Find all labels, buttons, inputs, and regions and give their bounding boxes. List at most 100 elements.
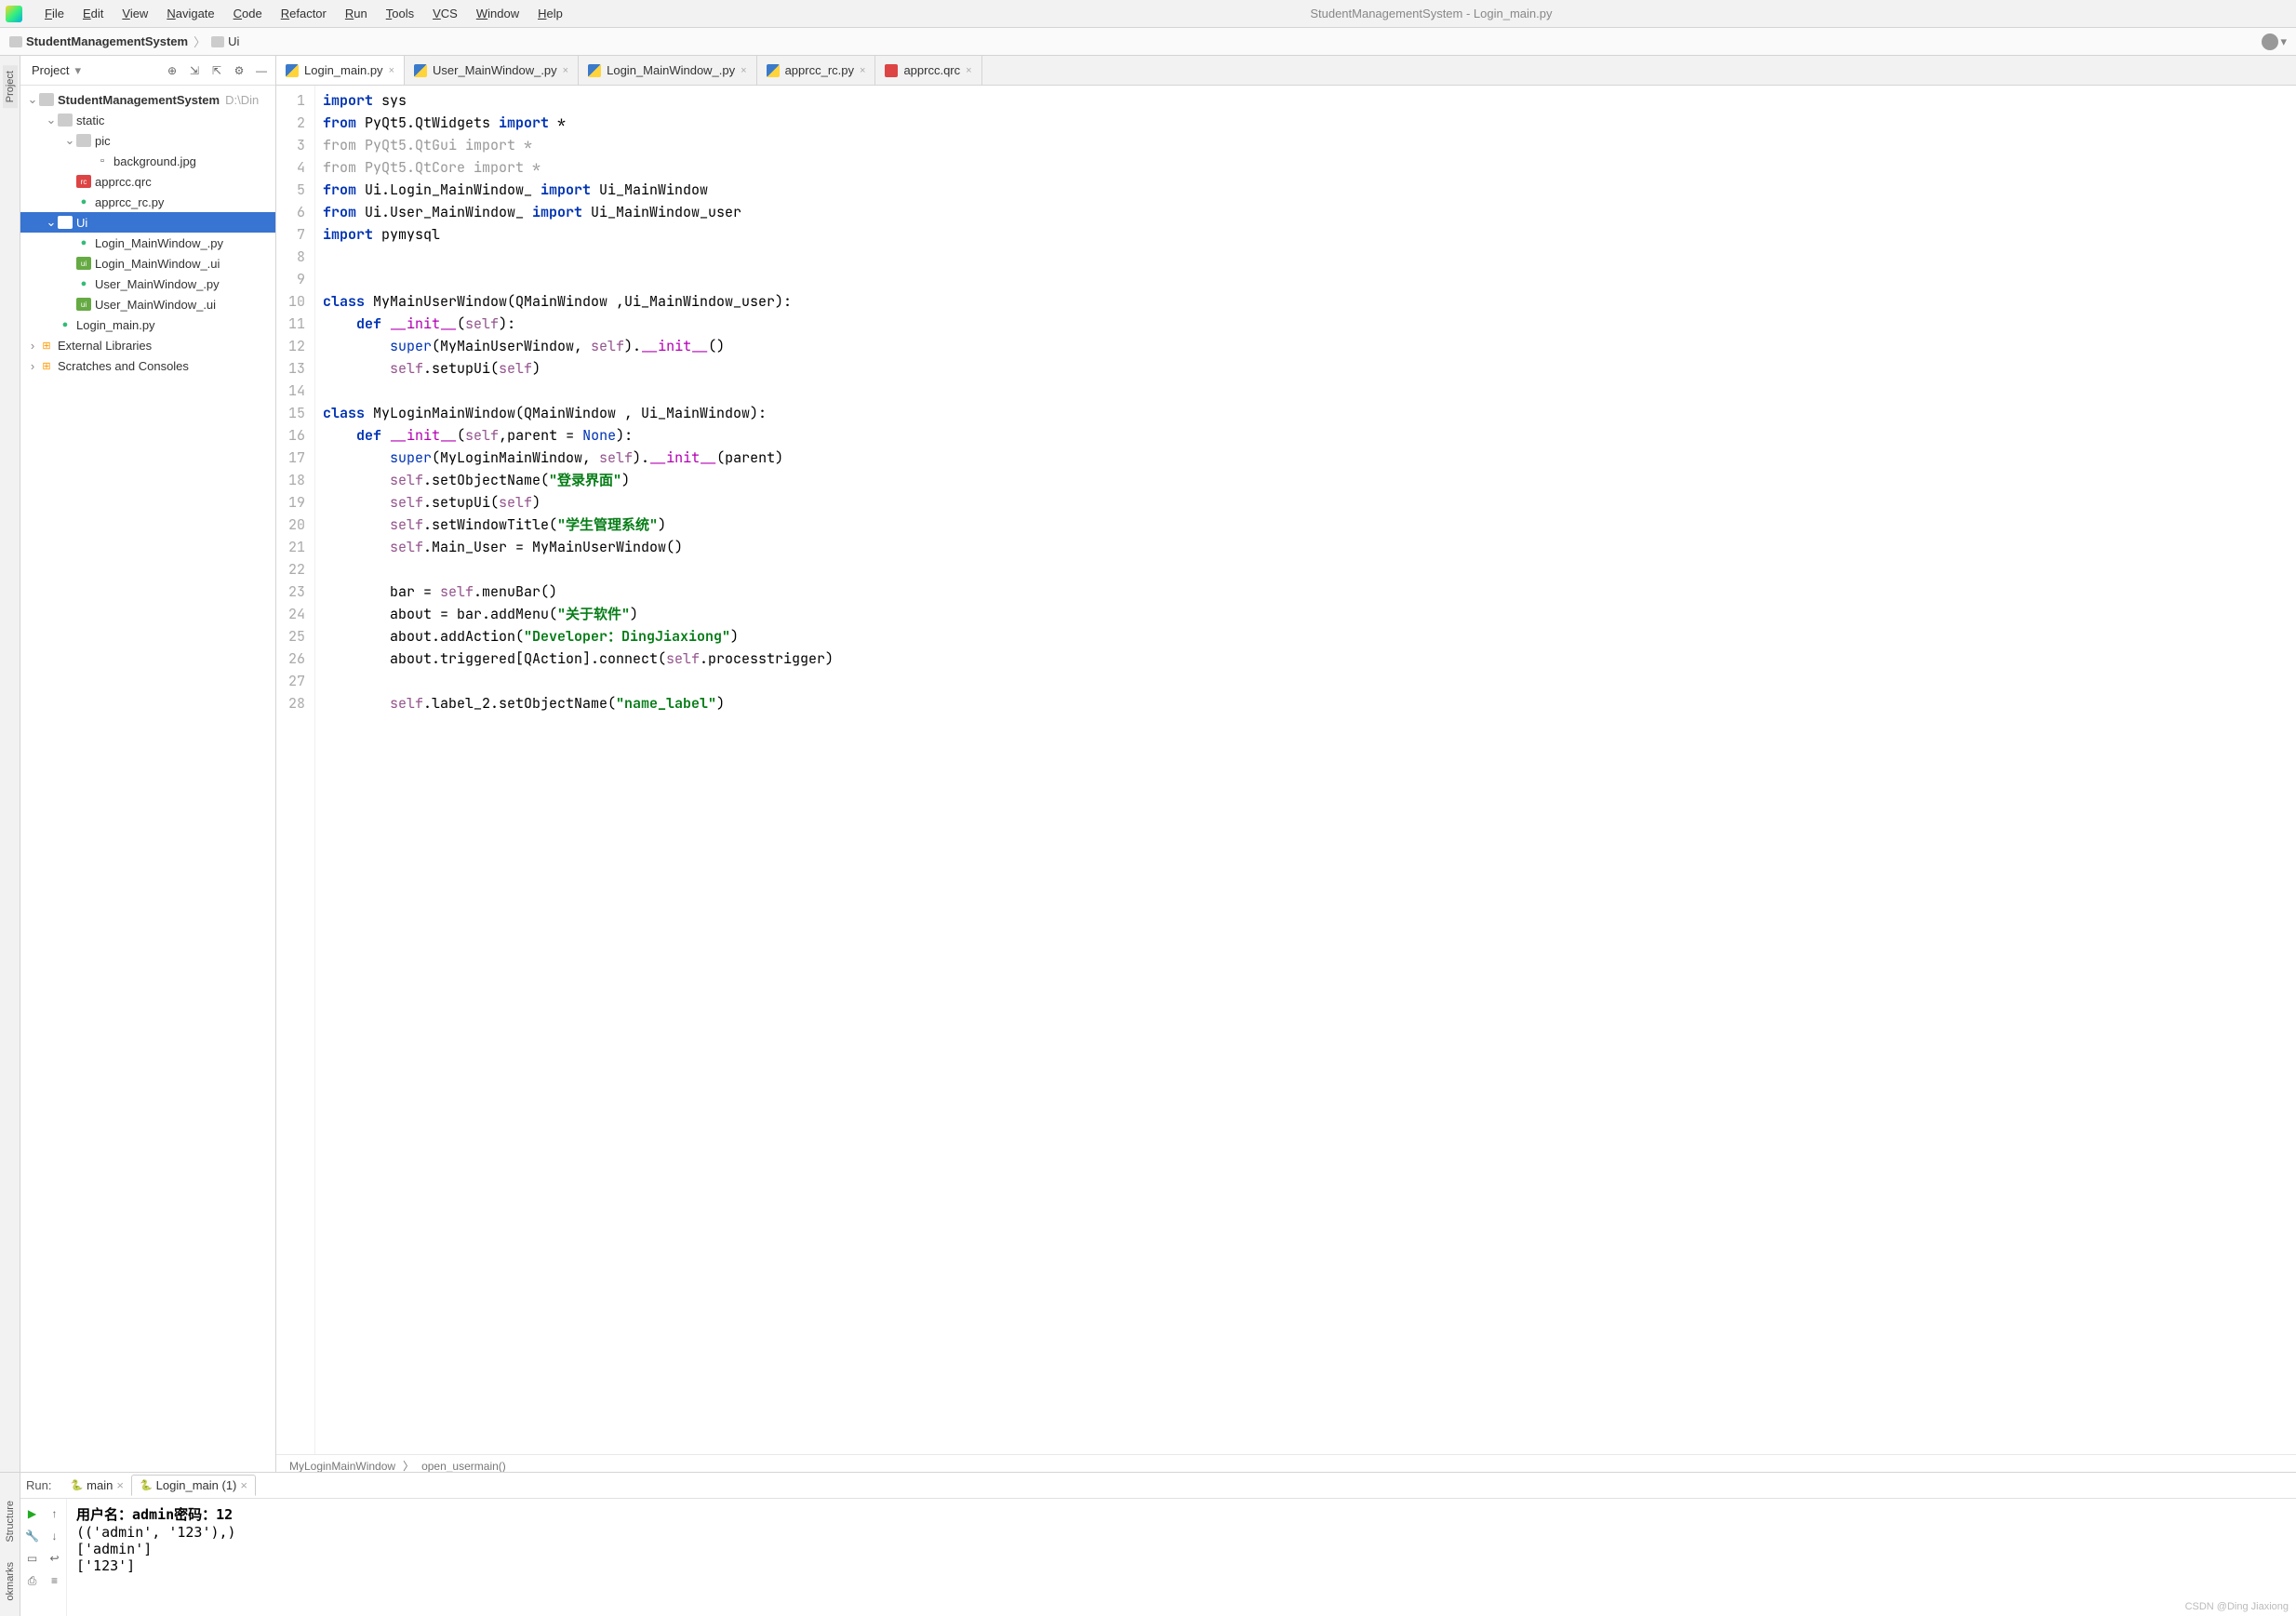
editor-gutter[interactable]: 1234567891011121314151617181920212223242… xyxy=(276,86,315,1454)
code-line[interactable]: super(MyLoginMainWindow, self).__init__(… xyxy=(323,447,2296,469)
menu-navigate[interactable]: Navigate xyxy=(157,7,223,20)
tree-item[interactable]: ●apprcc_rc.py xyxy=(20,192,275,212)
stop-icon[interactable]: 🔧 xyxy=(23,1527,42,1545)
line-number[interactable]: 21 xyxy=(276,536,305,558)
project-tree[interactable]: ⌄StudentManagementSystemD:\Din⌄static⌄pi… xyxy=(20,86,275,1616)
line-number[interactable]: 3 xyxy=(276,134,305,156)
menu-view[interactable]: View xyxy=(113,7,157,20)
menu-window[interactable]: Window xyxy=(467,7,528,20)
close-icon[interactable]: × xyxy=(966,65,971,76)
code-line[interactable] xyxy=(323,558,2296,581)
down-icon[interactable]: ↓ xyxy=(46,1527,64,1545)
code-line[interactable]: self.label_2.setObjectName("name_label") xyxy=(323,692,2296,715)
tree-item[interactable]: uiUser_MainWindow_.ui xyxy=(20,294,275,314)
line-number[interactable]: 27 xyxy=(276,670,305,692)
line-number[interactable]: 25 xyxy=(276,625,305,648)
code-line[interactable]: about.addAction("Developer：DingJiaxiong"… xyxy=(323,625,2296,648)
close-icon[interactable]: × xyxy=(563,65,568,76)
code-line[interactable] xyxy=(323,246,2296,268)
project-view-dropdown-icon[interactable]: ▾ xyxy=(74,63,81,78)
line-number[interactable]: 15 xyxy=(276,402,305,424)
close-icon[interactable]: × xyxy=(860,65,865,76)
line-number[interactable]: 11 xyxy=(276,313,305,335)
bookmarks-tool-button[interactable]: okmarks xyxy=(3,1556,18,1607)
scroll-icon[interactable]: ≡ xyxy=(46,1571,64,1590)
code-line[interactable]: about.triggered[QAction].connect(self.pr… xyxy=(323,648,2296,670)
editor-code[interactable]: import sysfrom PyQt5.QtWidgets import *f… xyxy=(315,86,2296,1454)
tree-item[interactable]: ●Login_MainWindow_.py xyxy=(20,233,275,253)
project-tool-window-button[interactable]: Project xyxy=(3,65,18,108)
code-line[interactable]: class MyLoginMainWindow(QMainWindow , Ui… xyxy=(323,402,2296,424)
tree-item[interactable]: ⌄pic xyxy=(20,130,275,151)
line-number[interactable]: 1 xyxy=(276,89,305,112)
menu-tools[interactable]: Tools xyxy=(377,7,423,20)
code-line[interactable]: class MyMainUserWindow(QMainWindow ,Ui_M… xyxy=(323,290,2296,313)
code-line[interactable]: self.setWindowTitle("学生管理系统") xyxy=(323,514,2296,536)
line-number[interactable]: 22 xyxy=(276,558,305,581)
soft-wrap-icon[interactable]: ↩ xyxy=(46,1549,64,1568)
line-number[interactable]: 16 xyxy=(276,424,305,447)
code-line[interactable]: from PyQt5.QtCore import * xyxy=(323,156,2296,179)
line-number[interactable]: 17 xyxy=(276,447,305,469)
code-line[interactable]: super(MyMainUserWindow, self).__init__() xyxy=(323,335,2296,357)
tree-item[interactable]: ›⊞External Libraries xyxy=(20,335,275,355)
layout-icon[interactable]: ▭ xyxy=(23,1549,42,1568)
locate-icon[interactable]: ⊕ xyxy=(164,62,180,79)
tree-item[interactable]: ●Login_main.py xyxy=(20,314,275,335)
menu-file[interactable]: File xyxy=(35,7,73,20)
line-number[interactable]: 24 xyxy=(276,603,305,625)
line-number[interactable]: 9 xyxy=(276,268,305,290)
chevron-down-icon[interactable]: ⌄ xyxy=(45,215,58,230)
collapse-all-icon[interactable]: ⇲ xyxy=(186,62,203,79)
up-icon[interactable]: ↑ xyxy=(46,1504,64,1523)
code-line[interactable]: from PyQt5.QtGui import * xyxy=(323,134,2296,156)
close-icon[interactable]: × xyxy=(741,65,746,76)
run-output[interactable]: 用户名：admin密码：12(('admin', '123'),)['admin… xyxy=(67,1499,2296,1616)
menu-help[interactable]: Help xyxy=(528,7,572,20)
tree-item[interactable]: ⌄StudentManagementSystemD:\Din xyxy=(20,89,275,110)
chevron-down-icon[interactable]: ⌄ xyxy=(63,133,76,148)
code-line[interactable]: def __init__(self,parent = None): xyxy=(323,424,2296,447)
run-config-tab[interactable]: 🐍main× xyxy=(62,1475,130,1496)
code-line[interactable]: self.setObjectName("登录界面") xyxy=(323,469,2296,491)
editor-tab[interactable]: User_MainWindow_.py× xyxy=(405,56,579,85)
code-line[interactable]: self.Main_User = MyMainUserWindow() xyxy=(323,536,2296,558)
editor-tab[interactable]: Login_main.py× xyxy=(276,56,405,85)
editor-crumb-class[interactable]: MyLoginMainWindow xyxy=(289,1460,395,1473)
line-number[interactable]: 4 xyxy=(276,156,305,179)
code-line[interactable] xyxy=(323,670,2296,692)
editor-crumb-method[interactable]: open_usermain() xyxy=(421,1460,506,1473)
menu-run[interactable]: Run xyxy=(336,7,377,20)
user-avatar-icon[interactable] xyxy=(2262,33,2278,50)
menu-edit[interactable]: Edit xyxy=(73,7,113,20)
code-line[interactable]: def __init__(self): xyxy=(323,313,2296,335)
code-line[interactable]: about = bar.addMenu("关于软件") xyxy=(323,603,2296,625)
tree-item[interactable]: ▫background.jpg xyxy=(20,151,275,171)
line-number[interactable]: 2 xyxy=(276,112,305,134)
tree-item[interactable]: uiLogin_MainWindow_.ui xyxy=(20,253,275,274)
close-icon[interactable]: × xyxy=(240,1478,247,1492)
line-number[interactable]: 5 xyxy=(276,179,305,201)
code-line[interactable]: from Ui.Login_MainWindow_ import Ui_Main… xyxy=(323,179,2296,201)
line-number[interactable]: 8 xyxy=(276,246,305,268)
tree-item[interactable]: ●User_MainWindow_.py xyxy=(20,274,275,294)
code-line[interactable]: bar = self.menuBar() xyxy=(323,581,2296,603)
chevron-right-icon[interactable]: › xyxy=(26,359,39,373)
tree-item[interactable]: ⌄static xyxy=(20,110,275,130)
editor-tab[interactable]: apprcc.qrc× xyxy=(875,56,981,85)
code-line[interactable] xyxy=(323,380,2296,402)
menu-vcs[interactable]: VCS xyxy=(423,7,467,20)
editor-tab[interactable]: apprcc_rc.py× xyxy=(757,56,876,85)
breadcrumb-root[interactable]: StudentManagementSystem xyxy=(26,34,188,48)
line-number[interactable]: 10 xyxy=(276,290,305,313)
breadcrumb-leaf[interactable]: Ui xyxy=(228,34,239,48)
code-line[interactable]: self.setupUi(self) xyxy=(323,491,2296,514)
menu-code[interactable]: Code xyxy=(224,7,272,20)
avatar-dropdown-icon[interactable]: ▾ xyxy=(2280,34,2287,49)
line-number[interactable]: 12 xyxy=(276,335,305,357)
tree-item[interactable]: ⌄Ui xyxy=(20,212,275,233)
editor-tab[interactable]: Login_MainWindow_.py× xyxy=(579,56,756,85)
line-number[interactable]: 26 xyxy=(276,648,305,670)
line-number[interactable]: 18 xyxy=(276,469,305,491)
code-line[interactable]: import pymysql xyxy=(323,223,2296,246)
